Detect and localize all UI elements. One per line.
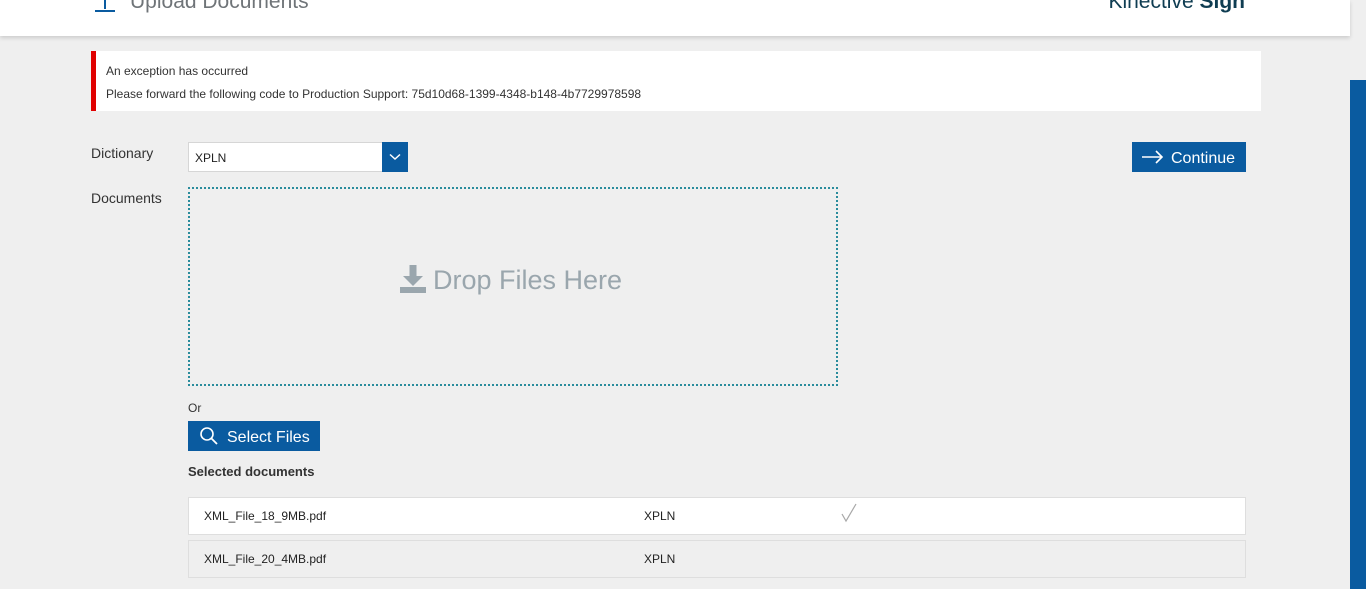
dictionary-select[interactable]: XPLN (188, 142, 408, 172)
chevron-down-icon (389, 153, 401, 161)
dictionary-label: Dictionary (91, 145, 154, 161)
error-message: An exception has occurred (106, 64, 249, 78)
brand-name-light: Kinective (1108, 0, 1194, 13)
dropzone-text: Drop Files Here (433, 265, 623, 295)
or-separator: Or (188, 401, 202, 415)
arrow-right-icon (1142, 150, 1164, 164)
scrollbar[interactable] (1350, 80, 1366, 589)
upload-icon (95, 0, 115, 12)
page-title: Upload Documents (130, 0, 309, 13)
continue-button-label: Continue (1171, 150, 1236, 167)
select-files-button[interactable]: Select Files (188, 421, 320, 451)
table-row[interactable]: XML_File_18_9MB.pdf XPLN (188, 497, 1246, 535)
search-icon (200, 427, 218, 445)
dictionary-selected-value: XPLN (195, 151, 227, 165)
documents-label: Documents (91, 190, 162, 206)
check-icon (841, 503, 857, 523)
selected-documents-title: Selected documents (188, 464, 315, 479)
brand-name-bold: Sign (1199, 0, 1246, 13)
select-files-label: Select Files (227, 429, 310, 446)
dropdown-toggle[interactable] (382, 142, 408, 172)
top-header: Upload Documents Kinective Sign (0, 0, 1350, 36)
document-dictionary: XPLN (644, 552, 676, 566)
brand-logo: Kinective Sign (1108, 0, 1245, 14)
table-row[interactable]: XML_File_20_4MB.pdf XPLN (188, 540, 1246, 578)
file-dropzone[interactable]: Drop Files Here (188, 187, 838, 386)
document-name: XML_File_20_4MB.pdf (204, 552, 327, 566)
download-icon (400, 265, 426, 293)
error-code-message: Please forward the following code to Pro… (106, 87, 642, 101)
continue-button[interactable]: Continue (1132, 142, 1246, 172)
document-name: XML_File_18_9MB.pdf (204, 509, 327, 523)
document-dictionary: XPLN (644, 509, 676, 523)
error-alert: An exception has occurred Please forward… (91, 51, 1261, 111)
